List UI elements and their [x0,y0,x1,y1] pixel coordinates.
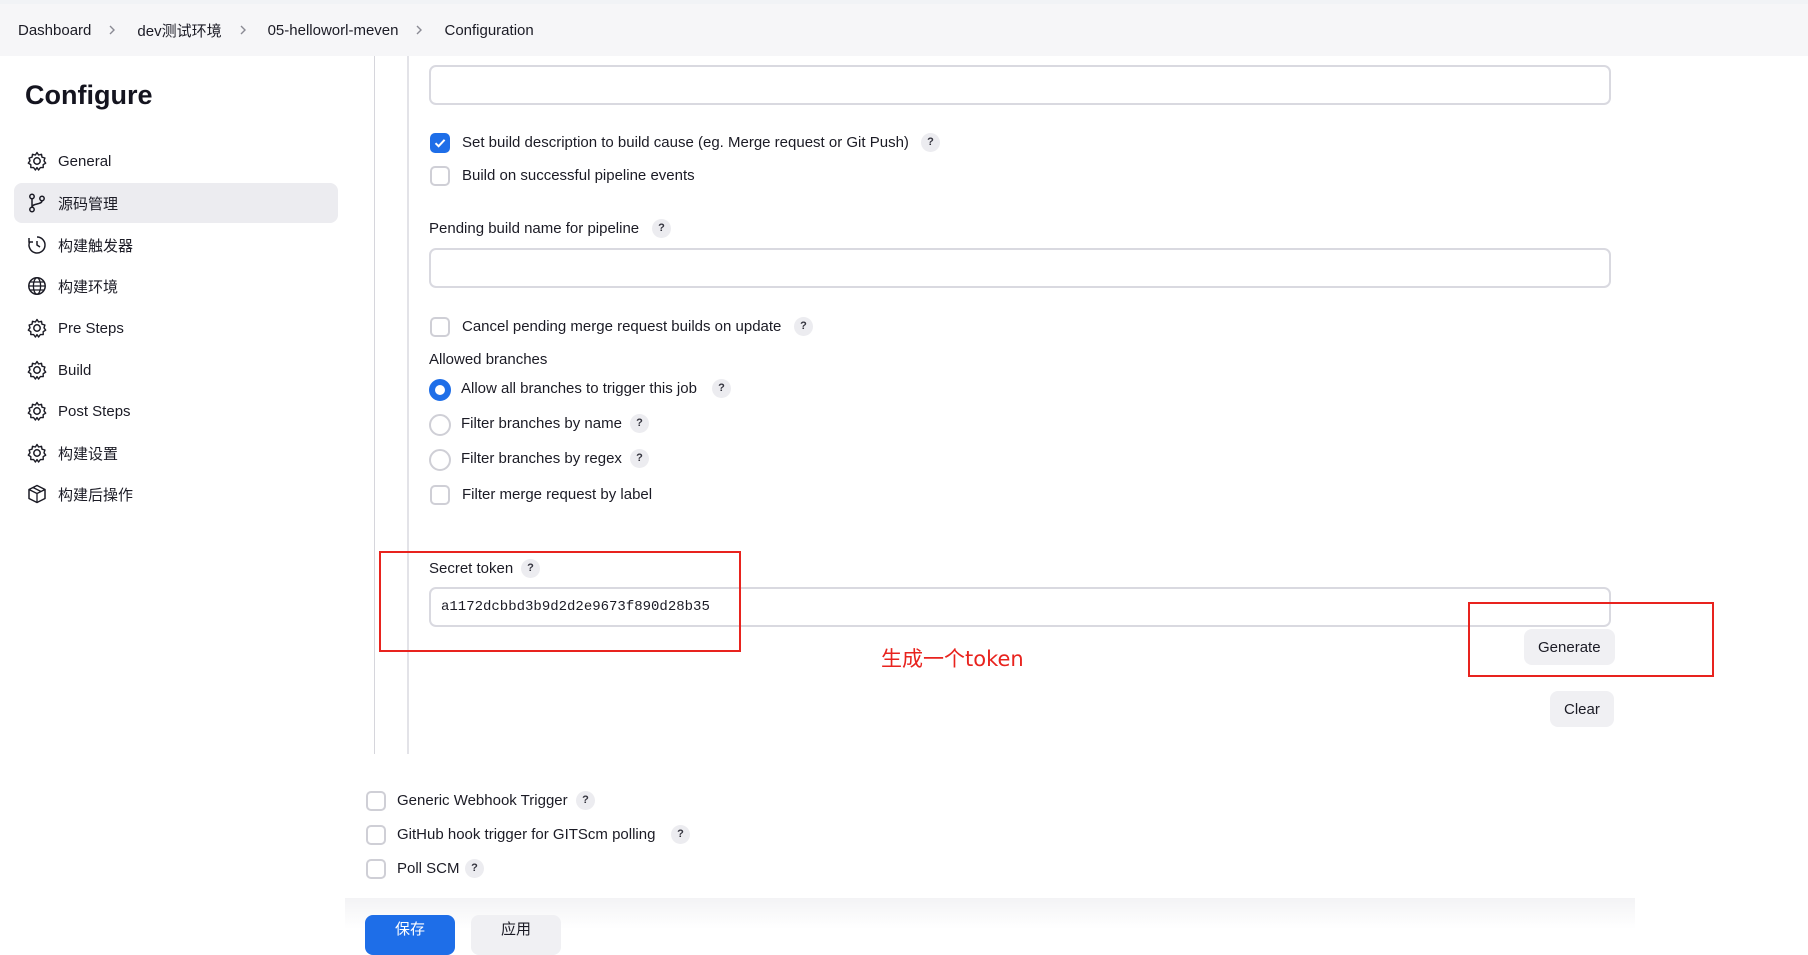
set-build-description-checkbox[interactable] [430,133,450,153]
sidebar-item-build-triggers[interactable]: 构建触发器 [14,225,338,265]
poll-scm-label: Poll SCM [397,860,460,877]
sidebar-item-post-build-actions[interactable]: 构建后操作 [14,474,338,514]
allow-all-branches-radio[interactable] [429,379,451,401]
gear-icon [26,359,48,381]
sidebar-item-label: 构建环境 [58,278,119,296]
sidebar-item-pre-steps[interactable]: Pre Steps [14,308,338,348]
help-icon[interactable]: ? [921,133,940,152]
clear-button[interactable]: Clear [1550,691,1614,727]
help-icon[interactable]: ? [630,414,649,433]
chevron-right-icon [412,23,426,37]
chevron-right-icon [105,23,119,37]
sidebar-item-general[interactable]: General [14,141,338,181]
sidebar-item-label: General [58,152,112,170]
cube-icon [26,483,48,505]
cancel-pending-label: Cancel pending merge request builds on u… [462,318,782,335]
help-icon[interactable]: ? [794,317,813,336]
filter-by-name-radio[interactable] [429,414,451,436]
page-title: Configure [25,80,153,110]
filter-by-label-label: Filter merge request by label [462,486,653,503]
chevron-right-icon [236,23,250,37]
help-icon[interactable]: ? [652,219,671,238]
sidebar-item-label: Post Steps [58,402,131,420]
help-icon[interactable]: ? [576,791,595,810]
filter-by-name-label: Filter branches by name [461,415,622,432]
cancel-pending-checkbox[interactable] [430,317,450,337]
breadcrumb-configuration[interactable]: Configuration [426,22,533,39]
help-icon[interactable]: ? [712,379,731,398]
sidebar-item-label: Pre Steps [58,319,124,337]
help-icon[interactable]: ? [630,449,649,468]
apply-button[interactable]: 应用 [471,915,561,955]
annotation-text: 生成一个token [881,647,1024,671]
sidebar-item-build-settings[interactable]: 构建设置 [14,433,338,473]
generic-webhook-trigger-checkbox[interactable] [366,791,386,811]
sidebar-item-label: 构建设置 [58,445,119,463]
generate-highlight-box [1468,602,1714,677]
gear-icon [26,150,48,172]
help-icon[interactable]: ? [465,859,484,878]
section-divider [374,56,375,754]
branch-icon [26,192,48,214]
github-hook-trigger-label: GitHub hook trigger for GITScm polling [397,826,656,843]
set-build-description-label: Set build description to build cause (eg… [462,134,909,151]
sidebar-item-build-environment[interactable]: 构建环境 [14,266,338,306]
build-on-pipeline-label: Build on successful pipeline events [462,167,695,184]
filter-by-regex-label: Filter branches by regex [461,450,622,467]
sidebar-item-label: 构建后操作 [58,486,134,504]
pending-build-name-input[interactable] [429,248,1611,288]
filter-by-label-checkbox[interactable] [430,485,450,505]
unnamed-text-input[interactable] [429,65,1611,105]
gear-icon [26,317,48,339]
github-hook-trigger-checkbox[interactable] [366,825,386,845]
allowed-branches-label: Allowed branches [429,351,548,368]
sidebar-item-build[interactable]: Build [14,350,338,390]
clock-icon [26,234,48,256]
pending-build-name-label: Pending build name for pipeline [429,220,640,237]
poll-scm-checkbox[interactable] [366,859,386,879]
filter-by-regex-radio[interactable] [429,449,451,471]
generic-webhook-trigger-label: Generic Webhook Trigger [397,792,568,809]
secret-token-highlight-box [379,551,741,652]
sidebar-item-label: 源码管理 [58,195,119,213]
breadcrumb-job[interactable]: 05-helloworl-meven [250,22,399,39]
help-icon[interactable]: ? [671,825,690,844]
breadcrumb-folder[interactable]: dev测试环境 [119,20,221,41]
gear-icon [26,400,48,422]
gear-icon [26,442,48,464]
save-button[interactable]: 保存 [365,915,455,955]
breadcrumb-dashboard[interactable]: Dashboard [0,22,91,39]
build-on-pipeline-checkbox[interactable] [430,166,450,186]
breadcrumb: Dashboard dev测试环境 05-helloworl-meven Con… [0,4,1808,56]
sidebar-item-label: Build [58,361,92,379]
globe-icon [26,275,48,297]
allow-all-branches-label: Allow all branches to trigger this job [461,380,697,397]
sidebar-item-post-steps[interactable]: Post Steps [14,391,338,431]
sidebar-item-scm[interactable]: 源码管理 [14,183,338,223]
sidebar-item-label: 构建触发器 [58,237,134,255]
